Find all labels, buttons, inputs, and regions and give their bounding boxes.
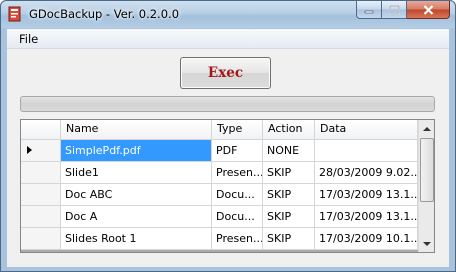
- row-header[interactable]: [21, 184, 61, 206]
- minimize-button[interactable]: [356, 1, 382, 19]
- cell-data[interactable]: 17/03/2009 13.1...: [315, 184, 418, 206]
- documents-grid[interactable]: Name Type Action Data SimplePdf.pdf PDF …: [20, 119, 435, 253]
- row-header-corner[interactable]: [21, 120, 61, 140]
- cell-type[interactable]: Docu...: [212, 206, 263, 228]
- grid-header-row: Name Type Action Data: [21, 120, 418, 140]
- app-window: GDocBackup - Ver. 0.2.0.0 File Exec Name…: [0, 0, 456, 272]
- cell-action[interactable]: SKIP: [263, 162, 315, 184]
- table-row[interactable]: Doc A Docu... SKIP 17/03/2009 13.1...: [21, 206, 418, 228]
- maximize-button[interactable]: [382, 1, 407, 19]
- progress-bar: [20, 96, 435, 112]
- table-row[interactable]: Slides Root 1 Presen... SKIP 17/03/2009 …: [21, 228, 418, 250]
- cell-type[interactable]: Presen...: [212, 228, 263, 250]
- cell-data[interactable]: 28/03/2009 9.02...: [315, 162, 418, 184]
- row-header[interactable]: [21, 162, 61, 184]
- row-header[interactable]: [21, 228, 61, 250]
- menu-bar: File: [7, 29, 449, 49]
- gdocbackup-app-icon: [8, 6, 21, 22]
- exec-button[interactable]: Exec: [180, 57, 271, 89]
- cell-name[interactable]: Doc A: [61, 206, 212, 228]
- column-header-name[interactable]: Name: [61, 120, 212, 140]
- column-header-data[interactable]: Data: [315, 120, 418, 140]
- cell-action[interactable]: SKIP: [263, 184, 315, 206]
- menu-file[interactable]: File: [16, 32, 41, 46]
- cell-action[interactable]: NONE: [263, 140, 315, 162]
- row-header[interactable]: [21, 140, 61, 162]
- cell-type[interactable]: Docu...: [212, 184, 263, 206]
- column-header-action[interactable]: Action: [263, 120, 315, 140]
- row-header[interactable]: [21, 206, 61, 228]
- cell-type[interactable]: PDF: [212, 140, 263, 162]
- cell-name[interactable]: Slides Root 1: [61, 228, 212, 250]
- scroll-down-button[interactable]: [419, 235, 434, 252]
- cell-data[interactable]: 17/03/2009 13.1...: [315, 206, 418, 228]
- cell-name[interactable]: SimplePdf.pdf: [61, 140, 212, 162]
- minimize-icon: [364, 10, 374, 13]
- table-row[interactable]: SimplePdf.pdf PDF NONE: [21, 140, 418, 162]
- close-icon: [423, 4, 433, 15]
- caption-buttons: [356, 1, 450, 19]
- maximize-icon: [388, 5, 400, 14]
- current-row-arrow-icon: [27, 146, 32, 154]
- table-row[interactable]: Doc ABC Docu... SKIP 17/03/2009 13.1...: [21, 184, 418, 206]
- grid-body: Name Type Action Data SimplePdf.pdf PDF …: [21, 120, 418, 252]
- window-title: GDocBackup - Ver. 0.2.0.0: [29, 7, 180, 21]
- scroll-up-button[interactable]: [419, 120, 434, 137]
- cell-action[interactable]: SKIP: [263, 206, 315, 228]
- cell-data[interactable]: [315, 140, 418, 162]
- cell-type[interactable]: Presen...: [212, 162, 263, 184]
- scroll-thumb[interactable]: [420, 138, 434, 202]
- cell-data[interactable]: 17/03/2009 10.1...: [315, 228, 418, 250]
- vertical-scrollbar[interactable]: [418, 120, 434, 252]
- arrow-down-icon: [423, 241, 431, 246]
- client-area: File Exec Name Type Action Data SimplePd…: [7, 29, 449, 267]
- cell-name[interactable]: Doc ABC: [61, 184, 212, 206]
- cell-action[interactable]: SKIP: [263, 228, 315, 250]
- grid-rows: SimplePdf.pdf PDF NONE Slide1 Presen... …: [21, 140, 418, 250]
- table-row[interactable]: Slide1 Presen... SKIP 28/03/2009 9.02...: [21, 162, 418, 184]
- arrow-up-icon: [423, 126, 431, 131]
- title-bar[interactable]: GDocBackup - Ver. 0.2.0.0: [1, 1, 455, 28]
- cell-name[interactable]: Slide1: [61, 162, 212, 184]
- close-button[interactable]: [407, 1, 450, 19]
- column-header-type[interactable]: Type: [212, 120, 263, 140]
